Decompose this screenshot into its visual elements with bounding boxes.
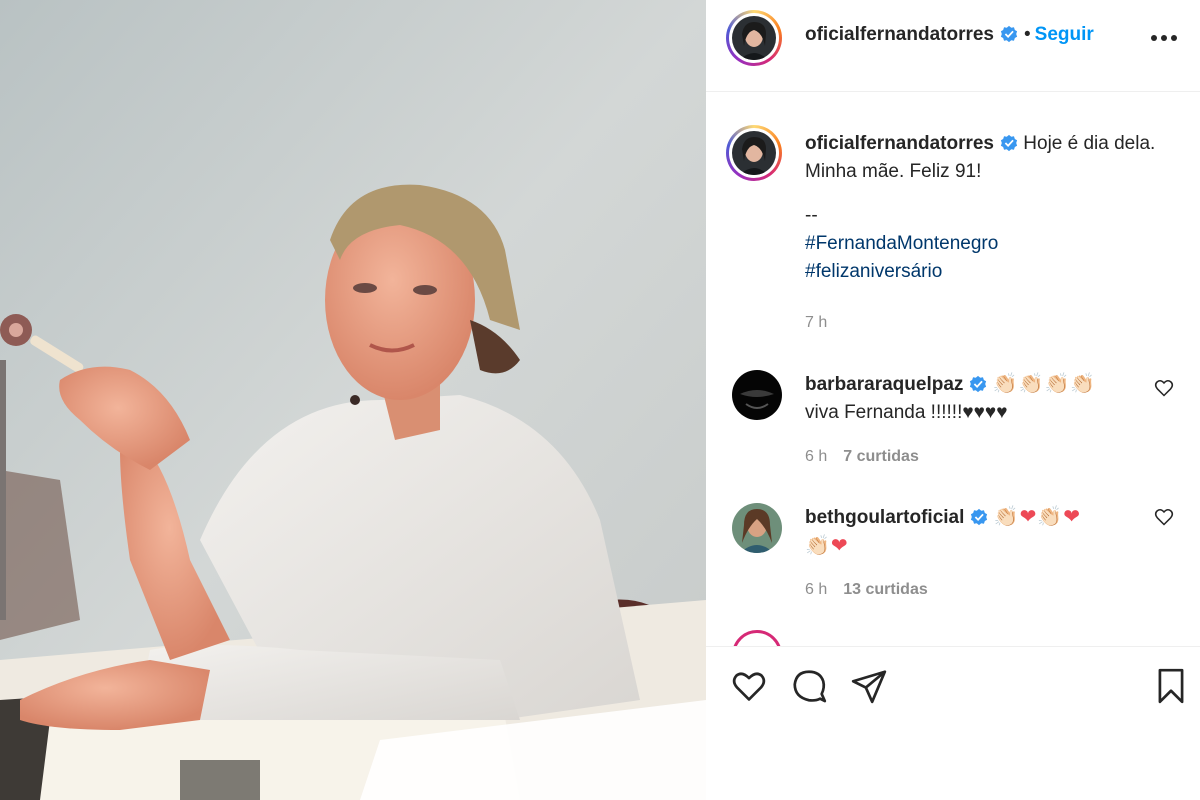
commenter-username[interactable]: bethgoulartoficial [805,507,964,528]
clapping-hands-emoji: 👏🏻👏🏻👏🏻👏🏻 [992,373,1097,395]
red-heart-emoji: ❤ [1019,506,1038,528]
comment-time: 6 h [805,448,828,465]
hashtag-link[interactable]: #FernandaMontenegro [805,230,1175,258]
clapping-hands-emoji: 👏🏻 [1037,506,1064,528]
author-info: oficialfernandatorres • Seguir [805,24,1094,46]
more-options-icon[interactable] [1150,34,1178,42]
instagram-post: oficialfernandatorres • Seguir oficialfe… [0,0,1200,800]
next-comment-avatar[interactable] [732,630,782,646]
verified-badge-icon [1000,134,1018,152]
comment-like-heart-icon[interactable] [1154,507,1174,527]
post-sidebar: oficialfernandatorres • Seguir oficialfe… [706,0,1200,800]
post-caption: oficialfernandatorres Hoje é dia dela. M… [805,130,1175,286]
comment-body: bethgoulartoficial 👏🏻❤👏🏻❤ 👏🏻❤ [805,503,1135,561]
comment-like-heart-icon[interactable] [1154,378,1174,398]
caption-author-avatar[interactable] [726,125,782,181]
follow-button[interactable]: Seguir [1035,24,1094,45]
author-avatar[interactable] [726,10,782,66]
verified-badge-icon [1000,25,1018,43]
caption-separator: -- [805,205,818,226]
header-separator: • [1024,24,1031,45]
paper-plane-icon[interactable] [850,667,888,705]
post-photo[interactable] [0,0,706,800]
commenter-avatar[interactable] [732,503,782,553]
caption-username[interactable]: oficialfernandatorres [805,133,994,154]
comment-bubble-icon[interactable] [790,667,828,705]
comment-likes[interactable]: 13 curtidas [843,581,927,598]
author-username[interactable]: oficialfernandatorres [805,24,994,45]
clapping-hands-emoji: 👏🏻 [993,506,1020,528]
heart-outline-icon[interactable] [730,667,768,705]
red-heart-emoji: ❤ [830,535,849,557]
post-action-bar [706,646,1200,800]
clapping-hands-emoji: 👏🏻 [805,535,831,557]
author-avatar-image [732,16,776,60]
red-heart-emoji: ❤ [1063,506,1082,528]
comment-item: bethgoulartoficial 👏🏻❤👏🏻❤ 👏🏻❤ 6 h 13 curt… [726,503,1180,613]
emoji-line: 👏🏻❤👏🏻❤ [994,506,1081,528]
comment-meta: 6 h 7 curtidas [805,448,919,466]
comments-scroll-area[interactable]: oficialfernandatorres Hoje é dia dela. M… [706,92,1200,646]
emoji-line: 👏🏻❤ [805,535,849,557]
post-header: oficialfernandatorres • Seguir [706,0,1200,92]
comment-body: barbararaquelpaz 👏🏻👏🏻👏🏻👏🏻 viva Fernanda … [805,370,1135,427]
comment-text: viva Fernanda !!!!!!♥♥♥♥ [805,402,1008,423]
verified-badge-icon [970,375,987,393]
comment-item: barbararaquelpaz 👏🏻👏🏻👏🏻👏🏻 viva Fernanda … [726,370,1180,480]
verified-badge-icon [971,508,988,526]
commenter-username[interactable]: barbararaquelpaz [805,374,963,395]
commenter-avatar[interactable] [732,370,782,420]
comment-meta: 6 h 13 curtidas [805,581,928,599]
comment-time: 6 h [805,581,828,598]
bookmark-icon[interactable] [1152,667,1190,705]
caption-timestamp: 7 h [805,314,828,331]
comment-likes[interactable]: 7 curtidas [843,448,919,465]
hashtag-link[interactable]: #felizaniversário [805,258,1175,286]
caption-avatar-image [732,131,776,175]
vintage-portrait-image [0,0,706,800]
